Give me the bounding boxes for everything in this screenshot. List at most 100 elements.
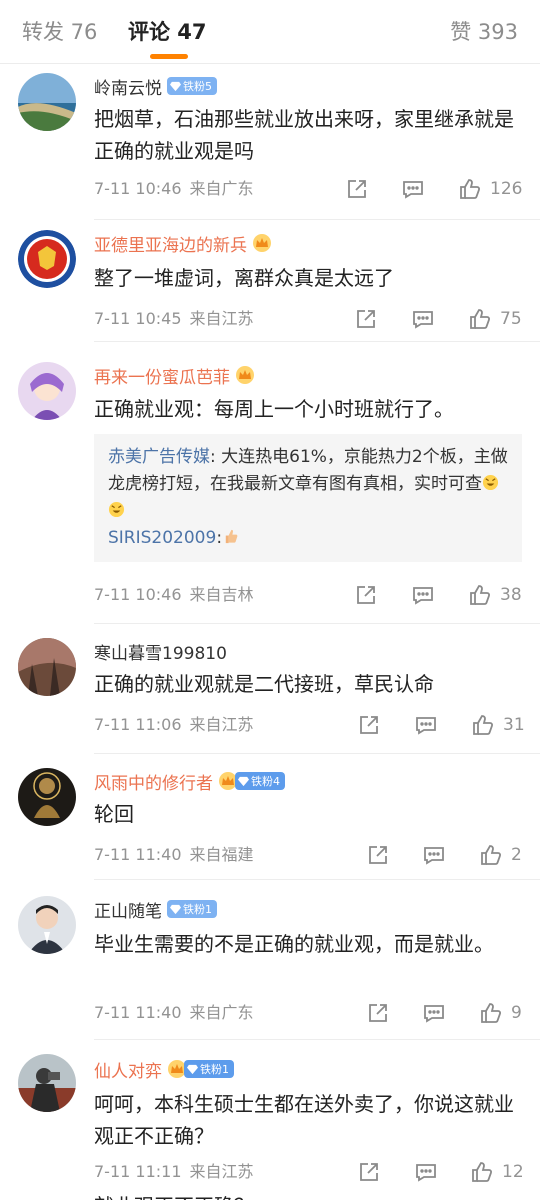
- like-icon[interactable]: [471, 713, 495, 737]
- reply-icon[interactable]: [411, 583, 435, 607]
- username[interactable]: 亚德里亚海边的新兵: [94, 231, 247, 256]
- like-count: 38: [500, 585, 522, 605]
- comment-location: 来自广东: [189, 179, 254, 198]
- like-icon[interactable]: [468, 307, 492, 331]
- comment-time: 7-11 11:40: [94, 1003, 182, 1022]
- name-row: 风雨中的修行者 铁粉4: [94, 768, 285, 794]
- share-icon[interactable]: [354, 583, 378, 607]
- comment-item: 正山随笔 铁粉1 毕业生需要的不是正确的就业观，而是就业。 7-11 11:40…: [0, 880, 540, 1040]
- avatar[interactable]: [18, 362, 76, 420]
- comment-text: 正确就业观：每周上一个小时班就行了。: [94, 397, 454, 421]
- like-count: 126: [490, 179, 523, 199]
- reply-icon[interactable]: [411, 307, 435, 331]
- comment-time: 7-11 10:46: [94, 585, 182, 604]
- avatar[interactable]: [18, 768, 76, 826]
- name-row: 亚德里亚海边的新兵: [94, 230, 272, 256]
- username[interactable]: 正山随笔: [94, 897, 162, 922]
- name-row: 正山随笔 铁粉1: [94, 896, 217, 922]
- share-icon[interactable]: [357, 1160, 381, 1184]
- comment-time: 7-11 11:11: [94, 1162, 182, 1181]
- comment-time: 7-11 11:06: [94, 715, 182, 734]
- name-row: 再来一份蜜瓜芭菲: [94, 362, 255, 388]
- comment-tabs: 转发 76 评论 47 赞 393: [0, 0, 540, 64]
- comment-item: 寒山暮雪199810 正确的就业观就是二代接班，草民认命 7-11 11:06 来…: [0, 624, 540, 754]
- reply-author[interactable]: SIRIS202009: [108, 528, 216, 548]
- username[interactable]: 再来一份蜜瓜芭菲: [94, 363, 230, 388]
- reply-preview[interactable]: 赤美广告传媒: 大连热电61%，京能热力2个板，主做龙虎榜打短，在我最新文章有图…: [94, 434, 522, 562]
- username[interactable]: 风雨中的修行者: [94, 769, 213, 794]
- reply-icon[interactable]: [414, 1160, 438, 1184]
- tab-repost[interactable]: 转发 76: [22, 18, 97, 46]
- tab-comments[interactable]: 评论 47: [128, 18, 207, 46]
- comment-time: 7-11 11:40: [94, 845, 182, 864]
- share-icon[interactable]: [366, 843, 390, 867]
- comment-item: 岭南云悦 铁粉5 把烟草，石油那些就业放出来呀，家里继承就是正确的就业观是吗 7…: [0, 65, 540, 220]
- like-count: 9: [511, 1003, 522, 1023]
- like-icon[interactable]: [468, 583, 492, 607]
- reply-icon[interactable]: [414, 713, 438, 737]
- like-icon[interactable]: [479, 1001, 503, 1025]
- comment-item: 风雨中的修行者 铁粉4 轮回 7-11 11:40 来自福建 2: [0, 754, 540, 880]
- reply-item: 赤美广告传媒: 大连热电61%，京能热力2个板，主做龙虎榜打短，在我最新文章有图…: [108, 444, 508, 525]
- fan-badge: 铁粉1: [184, 1060, 234, 1078]
- share-icon[interactable]: [345, 177, 369, 201]
- like-icon[interactable]: [470, 1160, 494, 1184]
- reply-icon[interactable]: [422, 843, 446, 867]
- fan-badge: 铁粉4: [235, 772, 285, 790]
- comment-location: 来自福建: [189, 845, 254, 864]
- comment-text: 整了一堆虚词，离群众真是太远了: [94, 266, 394, 290]
- name-row: 岭南云悦 铁粉5: [94, 73, 217, 99]
- comment-time: 7-11 10:45: [94, 309, 182, 328]
- comment-text: 毕业生需要的不是正确的就业观，而是就业。: [94, 932, 494, 956]
- tab-likes[interactable]: 赞 393: [450, 18, 518, 46]
- avatar[interactable]: [18, 1054, 76, 1112]
- active-tab-indicator: [150, 54, 188, 59]
- comment-location: 来自吉林: [189, 585, 254, 604]
- comment-item: 亚德里亚海边的新兵 整了一堆虚词，离群众真是太远了 7-11 10:45 来自江苏…: [0, 220, 540, 342]
- comment-time: 7-11 10:46: [94, 179, 182, 198]
- avatar[interactable]: [18, 73, 76, 131]
- comment-location: 来自江苏: [189, 1162, 254, 1181]
- reply-icon[interactable]: [401, 177, 425, 201]
- comment-text: 轮回: [94, 802, 134, 826]
- username[interactable]: 仙人对弈: [94, 1057, 162, 1082]
- comment-meta: 7-11 10:45 来自江苏: [94, 308, 254, 330]
- reply-author[interactable]: 赤美广告传媒: [108, 447, 210, 467]
- thumbs-up-emoji-icon: [225, 529, 238, 544]
- comment-item: 仙人对弈 铁粉1 呵呵，本科生硕士生都在送外卖了，你说这就业观正不正确？ 7-1…: [0, 1040, 540, 1200]
- avatar[interactable]: [18, 230, 76, 288]
- username[interactable]: 岭南云悦: [94, 74, 162, 99]
- comment-location: 来自广东: [189, 1003, 254, 1022]
- share-icon[interactable]: [357, 713, 381, 737]
- reply-icon[interactable]: [422, 1001, 446, 1025]
- comment-text: 正确的就业观就是二代接班，草民认命: [94, 672, 434, 696]
- share-icon[interactable]: [354, 307, 378, 331]
- like-count: 2: [511, 845, 522, 865]
- name-row: 仙人对弈 铁粉1: [94, 1056, 234, 1082]
- username[interactable]: 寒山暮雪199810: [94, 639, 227, 664]
- like-icon[interactable]: [458, 177, 482, 201]
- comment-text: 呵呵，本科生硕士生都在送外卖了，你说这就业观正不正确？: [94, 1092, 514, 1148]
- comment-meta: 7-11 11:06 来自江苏: [94, 714, 254, 736]
- like-count: 12: [502, 1162, 524, 1182]
- avatar[interactable]: [18, 896, 76, 954]
- laugh-emoji-icon: [482, 474, 499, 491]
- comment-location: 来自江苏: [189, 715, 254, 734]
- comment-meta: 7-11 11:40 来自福建: [94, 844, 254, 866]
- comment-meta: 7-11 11:11 来自江苏: [94, 1161, 254, 1183]
- name-row: 寒山暮雪199810: [94, 638, 227, 664]
- like-count: 75: [500, 309, 522, 329]
- reply-item: SIRIS202009:: [108, 525, 508, 552]
- fan-badge: 铁粉5: [167, 77, 217, 95]
- vip-crown-icon: [252, 233, 272, 253]
- laugh-emoji-icon: [108, 501, 125, 518]
- vip-crown-icon: [235, 365, 255, 385]
- comment-location: 来自江苏: [189, 309, 254, 328]
- fan-badge: 铁粉1: [167, 900, 217, 918]
- avatar[interactable]: [18, 638, 76, 696]
- next-comment-partial-text: 就业观正不正确？: [94, 1190, 254, 1200]
- comment-item: 再来一份蜜瓜芭菲 正确就业观：每周上一个小时班就行了。 赤美广告传媒: 大连热电…: [0, 342, 540, 624]
- like-icon[interactable]: [479, 843, 503, 867]
- comment-meta: 7-11 10:46 来自广东: [94, 178, 254, 200]
- share-icon[interactable]: [366, 1001, 390, 1025]
